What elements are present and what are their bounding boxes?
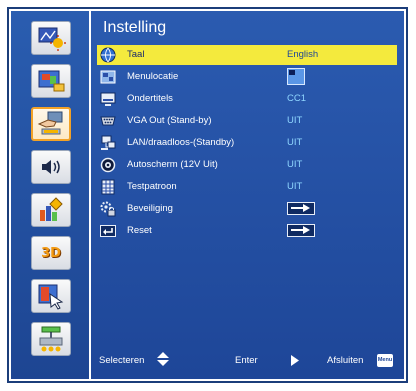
info-pointer-icon xyxy=(36,282,66,310)
menu-item-subtitles[interactable]: Ondertitels CC1 xyxy=(97,89,397,109)
enter-arrow-icon[interactable] xyxy=(287,224,315,237)
tab-display[interactable] xyxy=(31,64,71,98)
setup-hand-icon xyxy=(36,110,66,138)
menu-item-lan-wireless[interactable]: LAN/draadloos-(Standby) UIT xyxy=(97,133,397,153)
test-pattern-icon xyxy=(100,179,116,195)
osd-window: 3D Instelling Taal English Menulocatie O… xyxy=(7,7,408,383)
menu-item-label: VGA Out (Stand-by) xyxy=(127,115,212,126)
reset-icon xyxy=(100,223,116,239)
vga-port-icon xyxy=(100,113,116,129)
tab-info[interactable] xyxy=(31,279,71,313)
lock-gear-icon xyxy=(100,201,116,217)
network-icon xyxy=(100,135,116,151)
menu-item-label: Taal xyxy=(127,49,145,60)
display-settings-icon xyxy=(36,68,66,94)
tab-network[interactable] xyxy=(31,322,71,356)
options-chart-icon xyxy=(36,196,66,224)
menu-key-icon: Menu xyxy=(377,354,393,367)
footer-hints: Selecteren Enter Afsluiten Menu xyxy=(91,351,404,371)
tab-setup[interactable] xyxy=(31,107,71,141)
tab-options[interactable] xyxy=(31,193,71,227)
menu-item-reset[interactable]: Reset xyxy=(97,221,397,241)
menu-item-menu-location[interactable]: Menulocatie xyxy=(97,67,397,87)
menu-item-label: Ondertitels xyxy=(127,93,173,104)
menu-item-label: Beveiliging xyxy=(127,203,173,214)
menu-item-language[interactable]: Taal English xyxy=(97,45,397,65)
menu-item-label: Testpatroon xyxy=(127,181,177,192)
menu-item-test-pattern[interactable]: Testpatroon UIT xyxy=(97,177,397,197)
enter-arrow-icon[interactable] xyxy=(287,202,315,215)
settings-panel: Instelling Taal English Menulocatie Onde… xyxy=(91,11,404,379)
menu-position-indicator[interactable] xyxy=(287,68,305,88)
tab-audio[interactable] xyxy=(31,150,71,184)
menu-item-label: Autoscherm (12V Uit) xyxy=(127,159,218,170)
menu-item-label: Reset xyxy=(127,225,152,236)
auto-screen-value: UIT xyxy=(287,159,303,170)
globe-icon xyxy=(100,47,116,63)
tab-3d[interactable]: 3D xyxy=(31,236,71,270)
test-pattern-value: UIT xyxy=(287,181,303,192)
page-title: Instelling xyxy=(103,19,167,36)
auto-screen-icon xyxy=(100,157,116,173)
menu-item-security[interactable]: Beveiliging xyxy=(97,199,397,219)
subtitles-value: CC1 xyxy=(287,93,307,104)
up-down-arrows-icon xyxy=(157,352,169,369)
menu-item-label: LAN/draadloos-(Standby) xyxy=(127,137,235,148)
right-arrow-icon xyxy=(291,355,299,369)
menu-item-label: Menulocatie xyxy=(127,71,179,82)
exit-hint-label: Afsluiten xyxy=(327,355,364,366)
language-value: English xyxy=(287,49,319,60)
lan-value: UIT xyxy=(287,137,303,148)
sidebar: 3D xyxy=(11,11,89,379)
vga-out-value: UIT xyxy=(287,115,303,126)
tab-image[interactable] xyxy=(31,21,71,55)
select-hint-label: Selecteren xyxy=(99,355,145,366)
3d-icon: 3D xyxy=(41,245,61,261)
image-settings-icon xyxy=(36,25,66,51)
lan-icon xyxy=(36,325,66,353)
menu-item-auto-screen[interactable]: Autoscherm (12V Uit) UIT xyxy=(97,155,397,175)
speaker-icon xyxy=(36,155,66,179)
menu-location-icon xyxy=(100,69,116,85)
subtitles-icon xyxy=(100,91,116,107)
menu-item-vga-out[interactable]: VGA Out (Stand-by) UIT xyxy=(97,111,397,131)
enter-hint-label: Enter xyxy=(235,355,258,366)
